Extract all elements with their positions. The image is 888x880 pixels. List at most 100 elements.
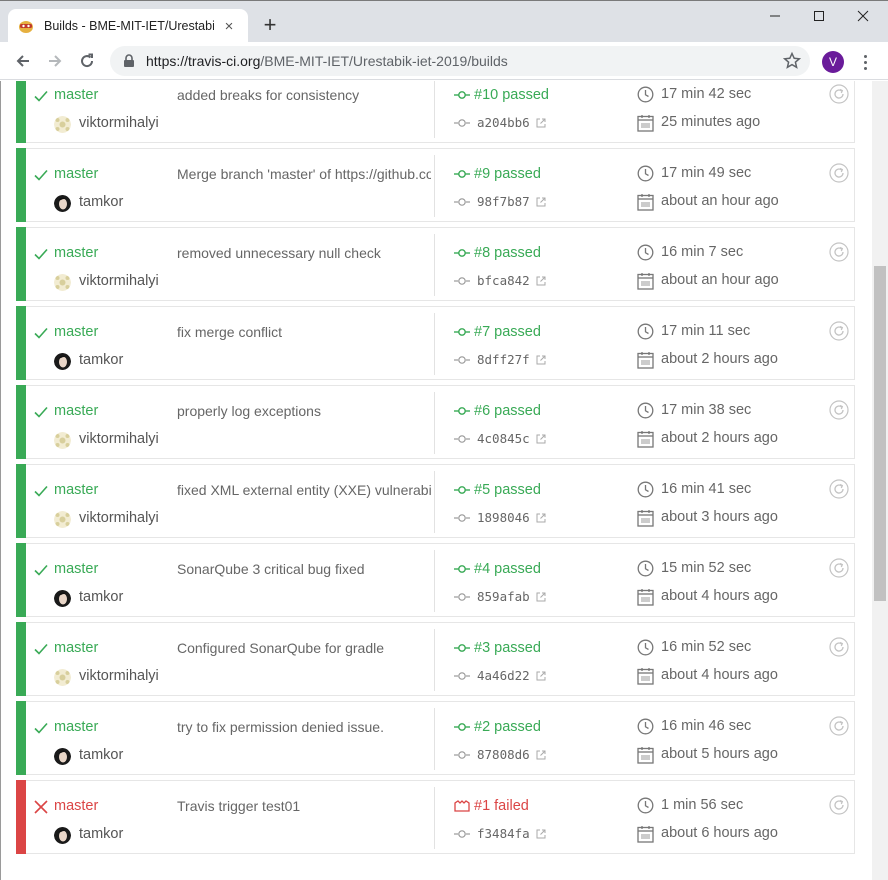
build-row[interactable]: master tamkor try to fix permission deni… xyxy=(16,701,855,775)
build-number[interactable]: #5 passed xyxy=(474,482,541,498)
external-link-icon[interactable] xyxy=(536,592,546,602)
build-row[interactable]: master viktormihalyi properly log except… xyxy=(16,385,855,459)
restart-build-icon[interactable] xyxy=(829,637,849,657)
build-number[interactable]: #9 passed xyxy=(474,166,541,182)
calendar-icon xyxy=(637,826,654,843)
restart-build-icon[interactable] xyxy=(829,84,849,104)
external-link-icon[interactable] xyxy=(536,750,546,760)
external-link-icon[interactable] xyxy=(536,118,546,128)
minimize-window-icon[interactable] xyxy=(752,1,798,31)
calendar-icon xyxy=(637,194,654,211)
url-text: https://travis-ci.org/BME-MIT-IET/Uresta… xyxy=(146,53,508,69)
external-link-icon[interactable] xyxy=(536,829,546,839)
calendar-icon xyxy=(637,668,654,685)
branch-name[interactable]: master xyxy=(54,561,98,577)
build-duration: 16 min 52 sec xyxy=(661,639,752,655)
bookmark-star-icon[interactable] xyxy=(782,51,802,71)
commit-sha[interactable]: 4a46d22 xyxy=(477,668,530,683)
build-row[interactable]: master viktormihalyi added breaks for co… xyxy=(16,81,855,143)
lock-icon xyxy=(124,54,134,67)
external-link-icon[interactable] xyxy=(536,434,546,444)
commit-sha[interactable]: 87808d6 xyxy=(477,747,530,762)
branch-name[interactable]: master xyxy=(54,640,98,656)
restart-build-icon[interactable] xyxy=(829,321,849,341)
build-number[interactable]: #1 failed xyxy=(474,798,529,814)
build-passed-icon xyxy=(454,91,470,99)
build-row[interactable]: master viktormihalyi Configured SonarQub… xyxy=(16,622,855,696)
restart-build-icon[interactable] xyxy=(829,400,849,420)
profile-avatar[interactable]: V xyxy=(822,51,844,73)
page-scrollbar[interactable] xyxy=(872,81,888,880)
clock-icon xyxy=(637,244,654,261)
commit-sha[interactable]: 8dff27f xyxy=(477,352,530,367)
branch-name[interactable]: master xyxy=(54,245,98,261)
build-row[interactable]: master viktormihalyi removed unnecessary… xyxy=(16,227,855,301)
restart-build-icon[interactable] xyxy=(829,716,849,736)
maximize-window-icon[interactable] xyxy=(796,1,842,31)
build-number[interactable]: #8 passed xyxy=(474,245,541,261)
commit-icon xyxy=(454,356,470,364)
build-row[interactable]: master viktormihalyi fixed XML external … xyxy=(16,464,855,538)
external-link-icon[interactable] xyxy=(536,276,546,286)
scrollbar-thumb[interactable] xyxy=(874,266,886,601)
new-tab-button[interactable]: + xyxy=(258,13,282,37)
external-link-icon[interactable] xyxy=(536,671,546,681)
restart-build-icon[interactable] xyxy=(829,795,849,815)
build-number[interactable]: #4 passed xyxy=(474,561,541,577)
external-link-icon[interactable] xyxy=(536,513,546,523)
restart-build-icon[interactable] xyxy=(829,558,849,578)
external-link-icon[interactable] xyxy=(536,197,546,207)
build-number[interactable]: #6 passed xyxy=(474,403,541,419)
back-icon[interactable] xyxy=(10,48,36,74)
commit-sha[interactable]: 98f7b87 xyxy=(477,194,530,209)
branch-name[interactable]: master xyxy=(54,324,98,340)
clock-icon xyxy=(637,402,654,419)
commit-sha[interactable]: f3484fa xyxy=(477,826,530,841)
commit-sha[interactable]: 1898046 xyxy=(477,510,530,525)
restart-build-icon[interactable] xyxy=(829,479,849,499)
passed-check-icon xyxy=(34,564,48,576)
calendar-icon xyxy=(637,115,654,132)
branch-name[interactable]: master xyxy=(54,403,98,419)
forward-icon[interactable] xyxy=(42,48,68,74)
build-number[interactable]: #2 passed xyxy=(474,719,541,735)
build-number[interactable]: #10 passed xyxy=(474,87,549,103)
branch-name[interactable]: master xyxy=(54,798,98,814)
build-row[interactable]: master tamkor fix merge conflict #7 pass… xyxy=(16,306,855,380)
commit-sha[interactable]: 4c0845c xyxy=(477,431,530,446)
browser-toolbar: https://travis-ci.org/BME-MIT-IET/Uresta… xyxy=(0,42,888,80)
build-number[interactable]: #3 passed xyxy=(474,640,541,656)
build-number[interactable]: #7 passed xyxy=(474,324,541,340)
author-name: tamkor xyxy=(79,826,124,842)
branch-name[interactable]: master xyxy=(54,87,98,103)
branch-name[interactable]: master xyxy=(54,719,98,735)
build-row[interactable]: master tamkor SonarQube 3 critical bug f… xyxy=(16,543,855,617)
finished-time: about 4 hours ago xyxy=(661,588,778,604)
external-link-icon[interactable] xyxy=(536,355,546,365)
finished-time: about 3 hours ago xyxy=(661,509,778,525)
build-passed-icon xyxy=(454,565,470,573)
address-bar[interactable]: https://travis-ci.org/BME-MIT-IET/Uresta… xyxy=(110,46,810,76)
commit-message: removed unnecessary null check xyxy=(177,245,381,261)
build-status-stripe xyxy=(16,385,26,459)
build-duration: 17 min 38 sec xyxy=(661,402,752,418)
branch-name[interactable]: master xyxy=(54,166,98,182)
browser-tab[interactable]: Builds - BME-MIT-IET/Urestabik-iet-2019 … xyxy=(8,9,248,43)
browser-menu-icon[interactable] xyxy=(858,51,872,73)
build-passed-icon xyxy=(454,170,470,178)
restart-build-icon[interactable] xyxy=(829,242,849,262)
reload-icon[interactable] xyxy=(74,48,100,74)
build-row[interactable]: master tamkor Merge branch 'master' of h… xyxy=(16,148,855,222)
commit-sha[interactable]: a204bb6 xyxy=(477,115,530,130)
calendar-icon xyxy=(637,273,654,290)
calendar-icon xyxy=(637,589,654,606)
commit-message: Travis trigger test01 xyxy=(177,798,301,814)
branch-name[interactable]: master xyxy=(54,482,98,498)
restart-build-icon[interactable] xyxy=(829,163,849,183)
author-avatar xyxy=(54,669,71,686)
commit-sha[interactable]: 859afab xyxy=(477,589,530,604)
tab-close-icon[interactable]: × xyxy=(220,17,238,35)
commit-sha[interactable]: bfca842 xyxy=(477,273,530,288)
close-window-icon[interactable] xyxy=(840,1,886,31)
build-row[interactable]: master tamkor Travis trigger test01 #1 f… xyxy=(16,780,855,854)
